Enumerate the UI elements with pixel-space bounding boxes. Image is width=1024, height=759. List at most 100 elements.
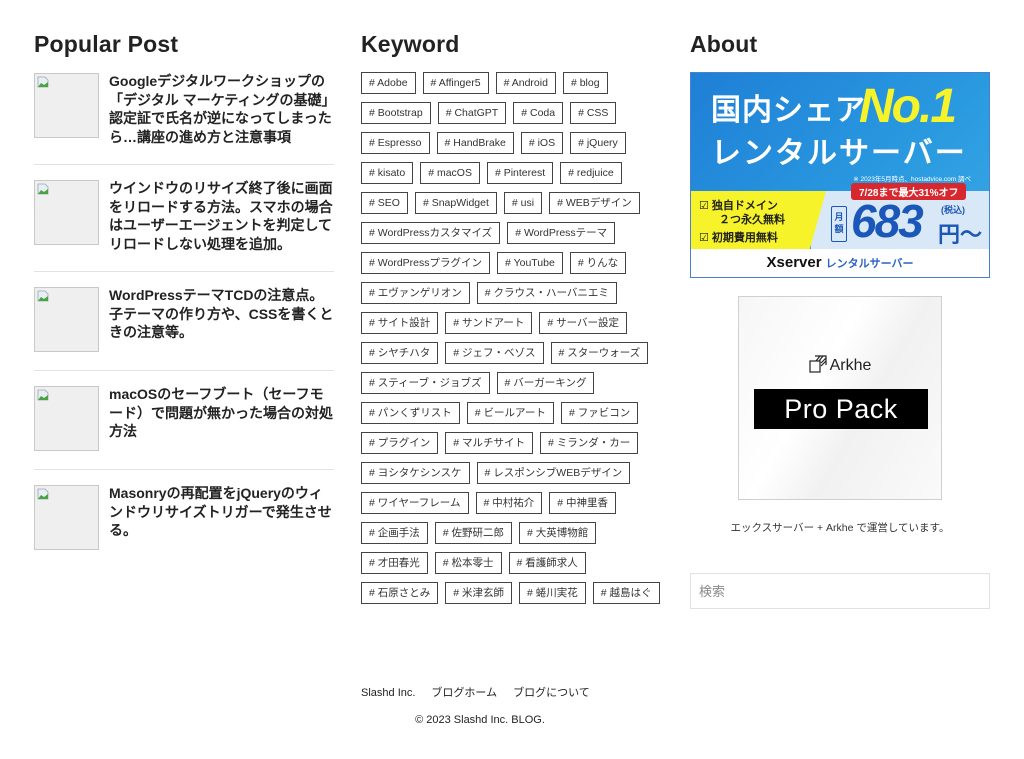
popular-post-heading: Popular Post bbox=[34, 31, 179, 57]
keyword-tag[interactable]: # CSS bbox=[570, 102, 617, 124]
post-thumbnail[interactable] bbox=[34, 287, 99, 352]
keyword-tag[interactable]: # ChatGPT bbox=[437, 102, 507, 124]
keyword-tag[interactable]: # 石原さとみ bbox=[361, 582, 439, 604]
post-thumbnail[interactable] bbox=[34, 180, 99, 245]
keyword-tag[interactable]: # 米津玄師 bbox=[445, 582, 513, 604]
keyword-tag[interactable]: # usi bbox=[503, 192, 543, 214]
keyword-tag[interactable]: # 松本零士 bbox=[434, 552, 502, 574]
keyword-tag[interactable]: # redjuice bbox=[560, 162, 622, 184]
popular-post-item[interactable]: WordPressテーマTCDの注意点。子テーマの作り方や、CSSを書くときの注… bbox=[34, 286, 334, 371]
arkhe-pro-pack-banner[interactable]: Arkhe Pro Pack bbox=[738, 296, 942, 500]
footer-link[interactable]: ブログについて bbox=[513, 687, 590, 699]
xserver-price: 683 bbox=[851, 195, 924, 247]
keyword-tag[interactable]: # kisato bbox=[361, 162, 414, 184]
keyword-tag[interactable]: # 看護師求人 bbox=[508, 552, 586, 574]
about-section: About 国内シェア No.1 レンタルサーバー ※ 2023年5月時点、ho… bbox=[690, 30, 990, 609]
keyword-tag[interactable]: # サイト設計 bbox=[361, 312, 439, 334]
xserver-ad-banner[interactable]: 国内シェア No.1 レンタルサーバー ※ 2023年5月時点、hostadvi… bbox=[690, 72, 990, 278]
keyword-tag[interactable]: # パンくずリスト bbox=[361, 402, 460, 424]
keyword-tag[interactable]: # スティーブ・ジョブズ bbox=[361, 372, 490, 394]
popular-post-item[interactable]: Googleデジタルワークショップの「デジタル マーケティングの基礎」認定証で氏… bbox=[34, 72, 334, 165]
post-title-link[interactable]: WordPressテーマTCDの注意点。子テーマの作り方や、CSSを書くときの注… bbox=[109, 286, 334, 342]
footer-link[interactable]: Slashd Inc. bbox=[361, 687, 415, 699]
keyword-tag[interactable]: # Adobe bbox=[361, 72, 416, 94]
keyword-tag[interactable]: # 越島はぐ bbox=[592, 582, 660, 604]
xserver-tax-label: (税込) bbox=[941, 205, 965, 215]
popular-post-item[interactable]: Masonryの再配置をjQueryのウィンドウリサイズトリガーで発生させる。 bbox=[34, 484, 334, 568]
keyword-tag[interactable]: # 佐野研二郎 bbox=[434, 522, 513, 544]
keyword-tag[interactable]: # Coda bbox=[513, 102, 564, 124]
keyword-tag[interactable]: # HandBrake bbox=[436, 132, 514, 154]
keyword-tag[interactable]: # 才田春光 bbox=[361, 552, 428, 574]
keyword-tag[interactable]: # ジェフ・ベゾス bbox=[445, 342, 544, 364]
arkhe-logo: Arkhe bbox=[739, 355, 941, 375]
keyword-tag[interactable]: # サーバー設定 bbox=[539, 312, 628, 334]
keyword-tag[interactable]: # 中村祐介 bbox=[475, 492, 543, 514]
xserver-logo: Xserver bbox=[766, 254, 822, 271]
popular-post-item[interactable]: macOSのセーフブート（セーフモード）で問題が無かった場合の対処方法 bbox=[34, 385, 334, 470]
keyword-tag[interactable]: # ワイヤーフレーム bbox=[361, 492, 469, 514]
xserver-logo-sub: レンタルサーバー bbox=[825, 258, 914, 270]
keyword-tag[interactable]: # ミランダ・カー bbox=[540, 432, 639, 454]
keyword-tag[interactable]: # りんな bbox=[569, 252, 627, 274]
keyword-tag[interactable]: # 大英博物館 bbox=[519, 522, 597, 544]
post-title-link[interactable]: Masonryの再配置をjQueryのウィンドウリサイズトリガーで発生させる。 bbox=[109, 484, 334, 540]
popular-post-list: Googleデジタルワークショップの「デジタル マーケティングの基礎」認定証で氏… bbox=[34, 72, 334, 568]
keyword-tag[interactable]: # WordPressテーマ bbox=[507, 222, 616, 244]
xserver-no1: No.1 bbox=[859, 80, 957, 133]
keyword-tag[interactable]: # WordPressプラグイン bbox=[361, 252, 490, 274]
keyword-tag[interactable]: # SEO bbox=[361, 192, 408, 214]
keyword-tag[interactable]: # サンドアート bbox=[445, 312, 533, 334]
footer-link[interactable]: ブログホーム bbox=[431, 687, 497, 699]
about-heading: About bbox=[690, 31, 758, 57]
keyword-tag[interactable]: # macOS bbox=[420, 162, 480, 184]
keyword-tag[interactable]: # WordPressカスタマイズ bbox=[361, 222, 501, 244]
keyword-tag[interactable]: # 企画手法 bbox=[361, 522, 428, 544]
post-title-link[interactable]: ウインドウのリサイズ終了後に画面をリロードする方法。スマホの場合はユーザーエージ… bbox=[109, 179, 334, 253]
xserver-yen: 円〜 bbox=[938, 222, 983, 247]
xserver-headline-2: レンタルサーバー bbox=[711, 137, 967, 170]
broken-image-icon bbox=[37, 290, 49, 302]
keyword-tag[interactable]: # スターウォーズ bbox=[550, 342, 649, 364]
about-caption: エックスサーバー + Arkhe で運営しています。 bbox=[730, 522, 950, 534]
keyword-tag[interactable]: # ファビコン bbox=[560, 402, 639, 424]
post-thumbnail[interactable] bbox=[34, 73, 99, 138]
popular-post-item[interactable]: ウインドウのリサイズ終了後に画面をリロードする方法。スマホの場合はユーザーエージ… bbox=[34, 179, 334, 272]
keyword-tag[interactable]: # SnapWidget bbox=[414, 192, 497, 214]
keyword-tag[interactable]: # バーガーキング bbox=[496, 372, 595, 394]
keyword-tag[interactable]: # エヴァンゲリオン bbox=[361, 282, 470, 304]
post-title-link[interactable]: Googleデジタルワークショップの「デジタル マーケティングの基礎」認定証で氏… bbox=[109, 72, 334, 146]
keyword-tag[interactable]: # マルチサイト bbox=[445, 432, 534, 454]
post-thumbnail[interactable] bbox=[34, 485, 99, 550]
xserver-headline-1: 国内シェア bbox=[711, 94, 866, 127]
keyword-tag[interactable]: # レスポンシブWEBデザイン bbox=[476, 462, 631, 484]
keyword-tag[interactable]: # ヨシタケシンスケ bbox=[361, 462, 470, 484]
keyword-tag[interactable]: # YouTube bbox=[497, 252, 563, 274]
post-title-link[interactable]: macOSのセーフブート（セーフモード）で問題が無かった場合の対処方法 bbox=[109, 385, 334, 441]
keyword-tag[interactable]: # WEBデザイン bbox=[549, 192, 640, 214]
tag-cloud: # Adobe # Affinger5 # Android # blog # Boots… bbox=[361, 72, 661, 604]
popular-post-section: Popular Post Googleデジタルワークショップの「デジタル マーケ… bbox=[34, 30, 334, 582]
keyword-tag[interactable]: # シヤチハタ bbox=[361, 342, 439, 364]
keyword-tag[interactable]: # 蜷川実花 bbox=[519, 582, 586, 604]
broken-image-icon bbox=[37, 183, 49, 195]
keyword-tag[interactable]: # jQuery bbox=[570, 132, 626, 154]
keyword-tag[interactable]: # 中神里香 bbox=[549, 492, 617, 514]
keyword-tag[interactable]: # Affinger5 bbox=[422, 72, 489, 94]
keyword-tag[interactable]: # Espresso bbox=[361, 132, 430, 154]
keyword-tag[interactable]: # Pinterest bbox=[486, 162, 554, 184]
keyword-tag[interactable]: # Bootstrap bbox=[361, 102, 431, 124]
keyword-tag[interactable]: # blog bbox=[562, 72, 608, 94]
keyword-tag[interactable]: # クラウス・ハーバニエミ bbox=[476, 282, 617, 304]
keyword-tag[interactable]: # プラグイン bbox=[361, 432, 439, 454]
footer-nav: Slashd Inc. ブログホーム ブログについて bbox=[361, 684, 606, 700]
search-input[interactable] bbox=[690, 573, 990, 609]
post-thumbnail[interactable] bbox=[34, 386, 99, 451]
keyword-section: Keyword # Adobe # Affinger5 # Android # blo… bbox=[361, 30, 661, 604]
xserver-feature-setup: ☑ 初期費用無料 bbox=[699, 232, 778, 244]
keyword-tag[interactable]: # ビールアート bbox=[466, 402, 554, 424]
arkhe-logo-text: Arkhe bbox=[829, 357, 872, 374]
xserver-month-label: 月額 bbox=[831, 206, 847, 242]
keyword-tag[interactable]: # iOS bbox=[520, 132, 564, 154]
keyword-tag[interactable]: # Android bbox=[495, 72, 556, 94]
